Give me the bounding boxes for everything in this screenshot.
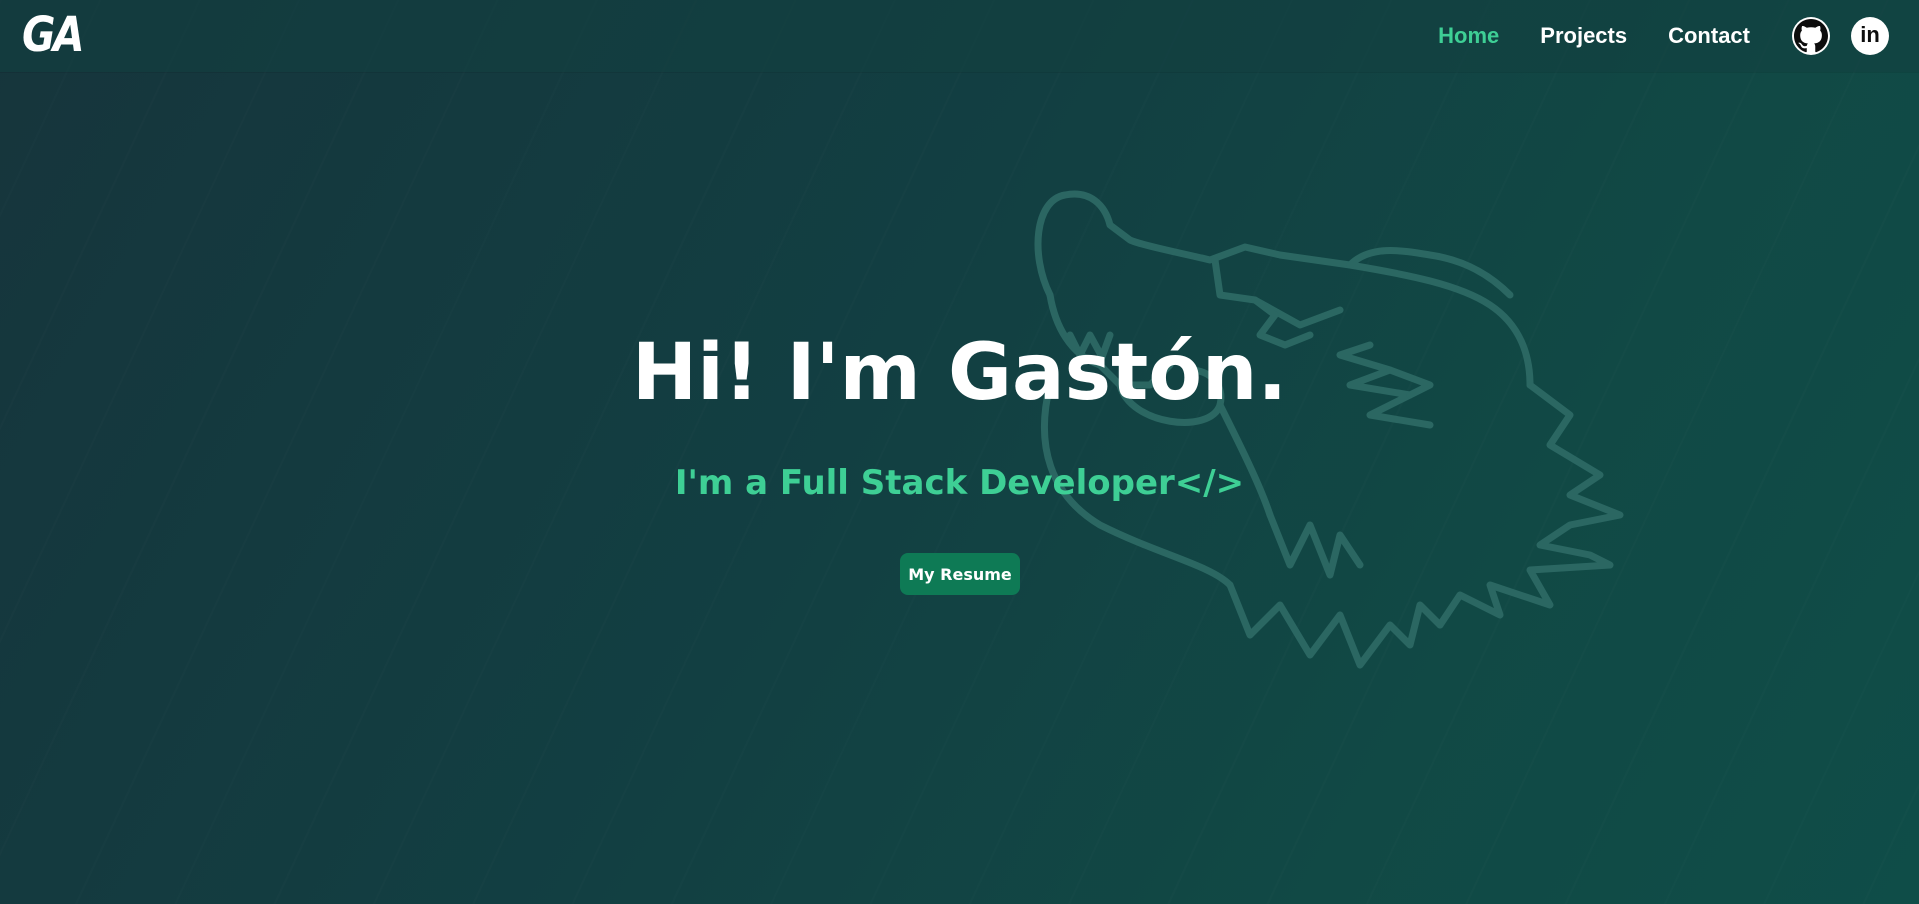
nav-item-home[interactable]: Home bbox=[1438, 23, 1499, 49]
linkedin-icon: in bbox=[1860, 22, 1880, 47]
linkedin-link[interactable]: in bbox=[1851, 17, 1889, 55]
github-link[interactable] bbox=[1792, 17, 1830, 55]
nav-item-contact[interactable]: Contact bbox=[1668, 23, 1750, 49]
nav-links: Home Projects Contact in bbox=[1438, 0, 1919, 72]
resume-button[interactable]: My Resume bbox=[900, 553, 1020, 595]
hero-subtitle: I'm a Full Stack Developer</> bbox=[674, 463, 1245, 503]
github-icon bbox=[1794, 19, 1828, 53]
nav-item-projects[interactable]: Projects bbox=[1540, 23, 1627, 49]
navbar: GA Home Projects Contact in bbox=[0, 0, 1919, 72]
hero-title: Hi! I'm Gastón. bbox=[631, 328, 1288, 418]
logo[interactable]: GA bbox=[22, 9, 84, 61]
